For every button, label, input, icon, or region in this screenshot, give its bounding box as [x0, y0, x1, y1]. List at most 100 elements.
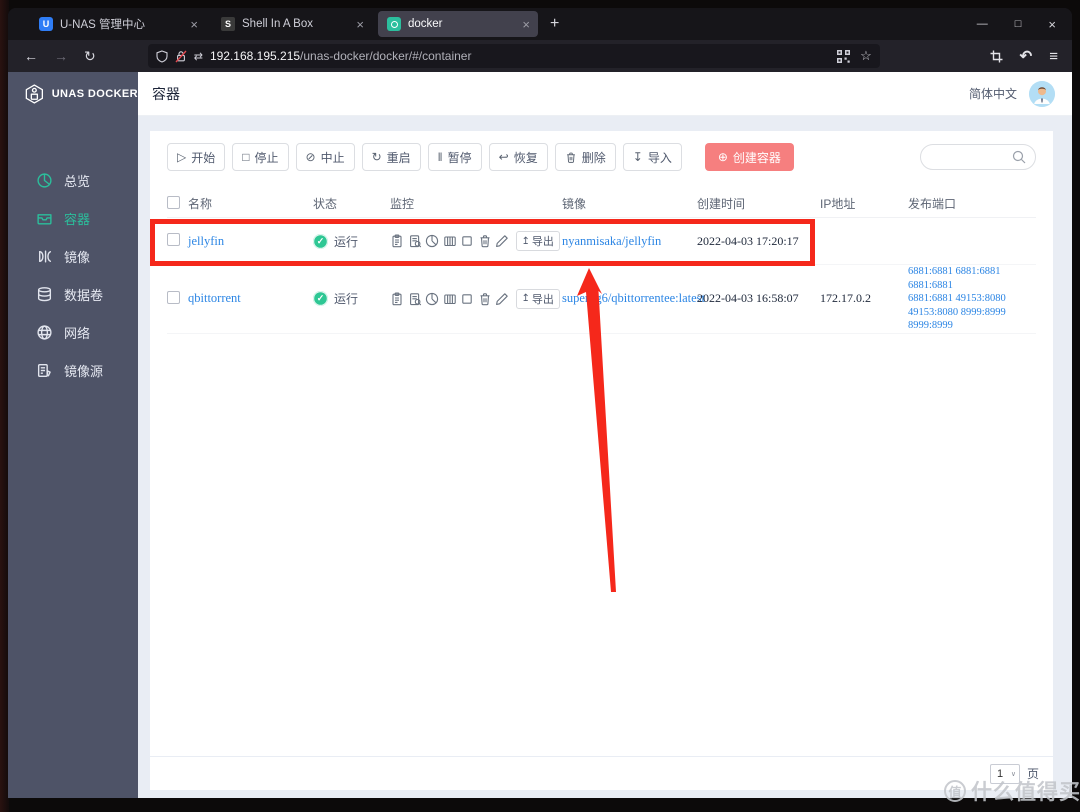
delete-button[interactable]: 删除	[554, 143, 616, 171]
start-button[interactable]: ▷ 开始	[167, 143, 226, 171]
terminal-grid-icon[interactable]	[443, 234, 457, 248]
pause-button[interactable]: ‖ 暂停	[427, 143, 482, 171]
hamburger-menu-icon[interactable]: ≡	[1049, 48, 1058, 65]
container-name-link[interactable]: jellyfin	[188, 234, 224, 248]
search-input[interactable]	[920, 144, 1036, 170]
stop-button[interactable]: □ 停止	[232, 143, 289, 171]
import-arrow-icon: ↧	[632, 150, 643, 164]
sidebar-item-label: 网络	[64, 325, 91, 341]
stats-pie-icon[interactable]	[425, 234, 439, 248]
sidebar-item-volumes[interactable]: 数据卷	[8, 275, 138, 313]
chevron-down-icon: ∨	[1010, 770, 1016, 778]
container-list-card: ▷ 开始 □ 停止 ⊘ 中止 ↻ 重启 ‖ 暂停 ↩ 恢复 删除 ↧ 导入 ⊕ 创建容器	[150, 131, 1053, 756]
stop-square-icon: □	[242, 150, 250, 164]
terminal-grid-icon[interactable]	[443, 292, 457, 306]
inspect-icon[interactable]	[408, 292, 422, 306]
select-all-checkbox[interactable]	[167, 195, 180, 209]
sidebar-item-containers[interactable]: 容器	[8, 199, 138, 237]
sidebar-item-label: 镜像源	[64, 363, 104, 379]
new-tab-button[interactable]: +	[550, 15, 559, 33]
registry-doc-icon	[36, 362, 53, 379]
header-image: 镜像	[562, 197, 587, 211]
delete-trash-icon[interactable]	[478, 234, 492, 248]
edit-pencil-icon[interactable]	[495, 234, 509, 248]
browser-tab-bar: U U-NAS 管理中心 × S Shell In A Box × docker…	[8, 8, 1072, 40]
minimize-button[interactable]: —	[977, 18, 988, 30]
close-window-button[interactable]: ×	[1048, 17, 1056, 32]
permissions-icon[interactable]: ⇄	[194, 50, 203, 63]
trash-icon	[565, 151, 577, 164]
avatar[interactable]	[1029, 80, 1055, 107]
edit-pencil-icon[interactable]	[495, 292, 509, 306]
tab-close-icon[interactable]: ×	[190, 17, 198, 32]
shield-icon[interactable]	[156, 49, 168, 63]
tab-shell[interactable]: S Shell In A Box ×	[212, 11, 372, 37]
header-name: 名称	[188, 197, 213, 211]
table-row[interactable]: jellyfin ✓ 运行 ↥ 导出 nyanmisaka/jellyfin 20…	[167, 218, 1036, 265]
container-image-link[interactable]: superng6/qbittorrentee:latest	[562, 291, 705, 305]
pause-icon: ‖	[437, 150, 443, 164]
header-ports: 发布端口	[908, 197, 957, 211]
maximize-button[interactable]: □	[1015, 18, 1022, 30]
table-row[interactable]: qbittorrent ✓ 运行 ↥ 导出 superng6/qbittorren…	[167, 265, 1036, 334]
export-arrow-icon: ↥	[521, 293, 530, 305]
back-icon[interactable]: ←	[24, 48, 38, 64]
logs-icon[interactable]	[390, 292, 404, 306]
search-icon	[1012, 150, 1026, 164]
inspect-icon[interactable]	[408, 234, 422, 248]
resume-button[interactable]: ↩ 恢复	[488, 143, 548, 171]
session-restore-icon[interactable]: ↶	[1020, 47, 1033, 65]
stats-pie-icon[interactable]	[425, 292, 439, 306]
sidebar: UNAS DOCKER 总览 容器 镜像 数据卷 网络 镜像源	[8, 72, 138, 798]
sidebar-item-images[interactable]: 镜像	[8, 237, 138, 275]
url-path: /unas-docker/docker/#/container	[300, 49, 472, 63]
restart-button[interactable]: ↻ 重启	[361, 143, 421, 171]
tab-docker[interactable]: docker ×	[378, 11, 538, 37]
container-name-link[interactable]: qbittorrent	[188, 291, 241, 305]
export-button[interactable]: ↥ 导出	[515, 231, 560, 251]
header-monitor: 监控	[390, 197, 415, 211]
create-container-button[interactable]: ⊕ 创建容器	[704, 143, 794, 171]
forward-icon[interactable]: →	[54, 48, 68, 64]
import-button[interactable]: ↧ 导入	[622, 143, 682, 171]
url-text[interactable]: 192.168.195.215/unas-docker/docker/#/con…	[210, 49, 830, 63]
stop-square-icon[interactable]	[460, 234, 474, 248]
tab-close-icon[interactable]: ×	[522, 17, 530, 32]
unas-docker-app: UNAS DOCKER 总览 容器 镜像 数据卷 网络 镜像源 容器 简体中文 …	[8, 72, 1072, 798]
abort-button[interactable]: ⊘ 中止	[295, 143, 355, 171]
reload-icon[interactable]: ↻	[84, 48, 96, 65]
screenshot-crop-icon[interactable]	[990, 50, 1003, 63]
page-number: 1	[996, 767, 1004, 780]
row-checkbox[interactable]	[167, 233, 180, 246]
docker-favicon-icon	[387, 17, 401, 31]
created-time: 2022-04-03 17:20:17	[697, 233, 799, 248]
stop-square-icon[interactable]	[460, 292, 474, 306]
sidebar-item-network[interactable]: 网络	[8, 313, 138, 351]
pie-chart-icon	[36, 172, 53, 189]
delete-trash-icon[interactable]	[478, 292, 492, 306]
toolbar: ▷ 开始 □ 停止 ⊘ 中止 ↻ 重启 ‖ 暂停 ↩ 恢复 删除 ↧ 导入 ⊕ 创建容器	[167, 143, 1036, 171]
export-button[interactable]: ↥ 导出	[515, 288, 560, 309]
sidebar-item-label: 容器	[64, 211, 91, 227]
status-label: 运行	[334, 292, 359, 307]
sidebar-item-overview[interactable]: 总览	[8, 161, 138, 199]
resume-arrow-icon: ↩	[498, 150, 509, 164]
insecure-lock-icon[interactable]	[175, 50, 187, 63]
qr-code-icon[interactable]	[837, 49, 851, 63]
container-image-link[interactable]: nyanmisaka/jellyfin	[562, 234, 661, 248]
sidebar-item-registries[interactable]: 镜像源	[8, 351, 138, 389]
export-button-label: 导出	[531, 236, 554, 248]
row-checkbox[interactable]	[167, 290, 180, 304]
running-status-icon: ✓	[313, 233, 328, 249]
plus-circle-icon: ⊕	[717, 150, 728, 164]
page-select[interactable]: 1 ∨	[989, 763, 1020, 784]
logs-icon[interactable]	[390, 234, 404, 248]
url-bar[interactable]: ⇄ 192.168.195.215/unas-docker/docker/#/c…	[147, 44, 880, 68]
tab-unas[interactable]: U U-NAS 管理中心 ×	[30, 11, 206, 37]
bookmark-star-icon[interactable]: ☆	[860, 48, 872, 64]
tab-title: U-NAS 管理中心	[60, 19, 145, 31]
tab-close-icon[interactable]: ×	[356, 17, 364, 32]
published-ports: 6881:6881 6881:6881 6881:6881 6881:6881 4…	[908, 266, 1006, 331]
language-selector[interactable]: 简体中文	[969, 85, 1017, 102]
containers-table: 名称 状态 监控 镜像 创建时间 IP地址 发布端口 jellyfin ✓ 运行	[167, 190, 1036, 334]
